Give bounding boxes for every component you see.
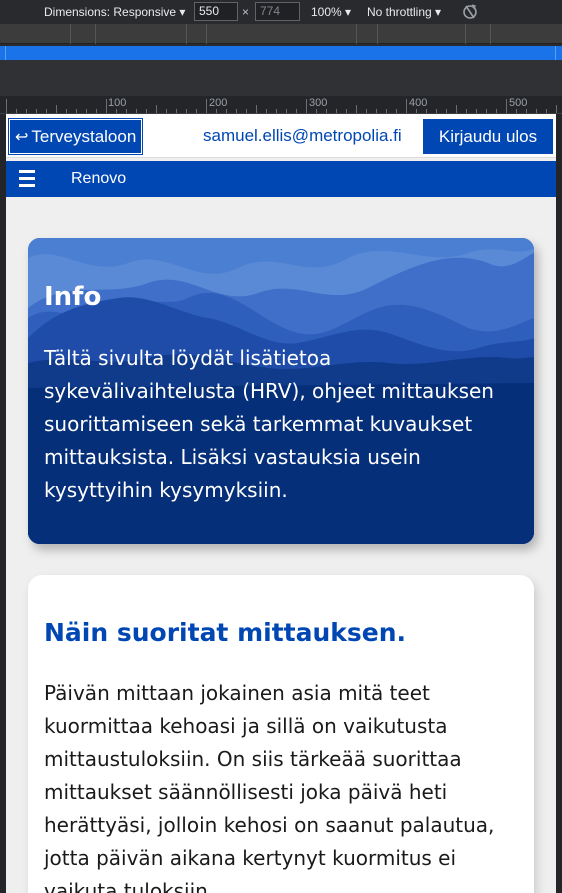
ruler-tick xyxy=(516,109,517,113)
return-arrow-icon: ↩ xyxy=(15,128,29,146)
logout-button[interactable]: Kirjaudu ulos xyxy=(423,119,553,154)
ruler-tick xyxy=(546,109,547,113)
rotate-icon[interactable] xyxy=(460,2,480,22)
ruler-label: 400 xyxy=(409,97,428,109)
ruler-label: 200 xyxy=(209,97,228,109)
top-navigation: ↩ Terveystaloon samuel.ellis@metropolia.… xyxy=(6,114,556,158)
throttling-dropdown[interactable]: No throttling ▾ xyxy=(367,5,441,19)
ruler-tick xyxy=(46,109,47,113)
instructions-title: Näin suoritat mittauksen. xyxy=(44,618,407,647)
hamburger-menu-icon[interactable] xyxy=(19,170,35,188)
ruler-tick xyxy=(376,109,377,113)
ruler-tick xyxy=(226,109,227,113)
ruler-tick xyxy=(136,109,137,113)
app-name[interactable]: Renovo xyxy=(71,170,126,188)
measurement-instructions-card: Näin suoritat mittauksen. Päivän mittaan… xyxy=(28,575,534,893)
ruler-tick xyxy=(406,99,407,113)
dimension-separator: × xyxy=(242,5,250,19)
ruler-tick xyxy=(306,99,307,113)
media-query-bar-active[interactable] xyxy=(0,46,562,60)
ruler-tick xyxy=(316,109,317,113)
user-email: samuel.ellis@metropolia.fi xyxy=(203,126,402,145)
ruler-tick xyxy=(266,109,267,113)
ruler-tick xyxy=(236,109,237,113)
ruler-tick xyxy=(6,99,7,113)
ruler-tick xyxy=(336,109,337,113)
media-query-bar[interactable] xyxy=(0,24,562,44)
ruler-tick xyxy=(206,99,207,113)
devtools-toolbar: Dimensions: Responsive ▾ 550 × 774 100% … xyxy=(0,0,562,24)
info-text: Tältä sivulta löydät lisätietoa sykeväli… xyxy=(44,346,494,502)
ruler-tick xyxy=(486,109,487,113)
back-button-label: Terveystaloon xyxy=(31,126,137,146)
dimensions-dropdown[interactable]: Dimensions: Responsive ▾ xyxy=(44,5,185,19)
ruler-tick xyxy=(116,109,117,113)
ruler-tick xyxy=(556,105,557,113)
ruler-tick xyxy=(76,109,77,113)
back-to-terveystalo-button[interactable]: ↩ Terveystaloon xyxy=(7,118,144,155)
ruler-tick xyxy=(106,99,107,113)
ruler-tick xyxy=(346,109,347,113)
ruler-tick xyxy=(446,109,447,113)
ruler-tick xyxy=(396,109,397,113)
ruler-label: 100 xyxy=(108,97,127,109)
ruler-tick xyxy=(216,109,217,113)
ruler-tick xyxy=(36,109,37,113)
ruler-tick xyxy=(176,109,177,113)
ruler-tick xyxy=(326,109,327,113)
ruler-tick xyxy=(436,109,437,113)
ruler-tick xyxy=(256,105,257,113)
ruler-tick xyxy=(366,109,367,113)
ruler-tick xyxy=(86,109,87,113)
ruler-tick xyxy=(386,109,387,113)
ruler-label: 500 xyxy=(509,97,528,109)
viewport-width-input[interactable]: 550 xyxy=(194,2,238,21)
zoom-dropdown[interactable]: 100% ▾ xyxy=(311,5,351,19)
ruler-tick xyxy=(536,109,537,113)
info-title: Info xyxy=(44,282,102,312)
ruler-tick xyxy=(146,109,147,113)
ruler-tick xyxy=(526,109,527,113)
ruler-tick xyxy=(456,105,457,113)
ruler-tick xyxy=(156,105,157,113)
ruler-tick xyxy=(416,109,417,113)
page-viewport: ↩ Terveystaloon samuel.ellis@metropolia.… xyxy=(6,114,556,893)
ruler-tick xyxy=(66,109,67,113)
instructions-text: Päivän mittaan jokainen asia mitä teet k… xyxy=(44,681,495,893)
ruler-label: 300 xyxy=(309,97,328,109)
ruler-tick xyxy=(276,109,277,113)
ruler-tick xyxy=(426,109,427,113)
ruler-tick xyxy=(96,109,97,113)
ruler-tick xyxy=(56,105,57,113)
ruler-tick xyxy=(356,105,357,113)
devtools-gap xyxy=(0,60,562,96)
app-header: Renovo xyxy=(6,161,556,197)
ruler-tick xyxy=(196,109,197,113)
info-card: Info Tältä sivulta löydät lisätietoa syk… xyxy=(28,238,534,544)
ruler-tick xyxy=(186,109,187,113)
ruler-tick xyxy=(296,109,297,113)
ruler-tick xyxy=(166,109,167,113)
ruler-tick xyxy=(126,109,127,113)
ruler-tick xyxy=(246,109,247,113)
ruler-tick xyxy=(466,109,467,113)
viewport-margin-right xyxy=(556,114,562,893)
ruler-tick xyxy=(286,109,287,113)
ruler-tick xyxy=(26,109,27,113)
ruler: 100 200 300 400 500 xyxy=(0,96,562,114)
viewport-height-input[interactable]: 774 xyxy=(255,2,300,21)
ruler-tick xyxy=(496,109,497,113)
ruler-tick xyxy=(16,109,17,113)
ruler-tick xyxy=(476,109,477,113)
ruler-tick xyxy=(506,99,507,113)
